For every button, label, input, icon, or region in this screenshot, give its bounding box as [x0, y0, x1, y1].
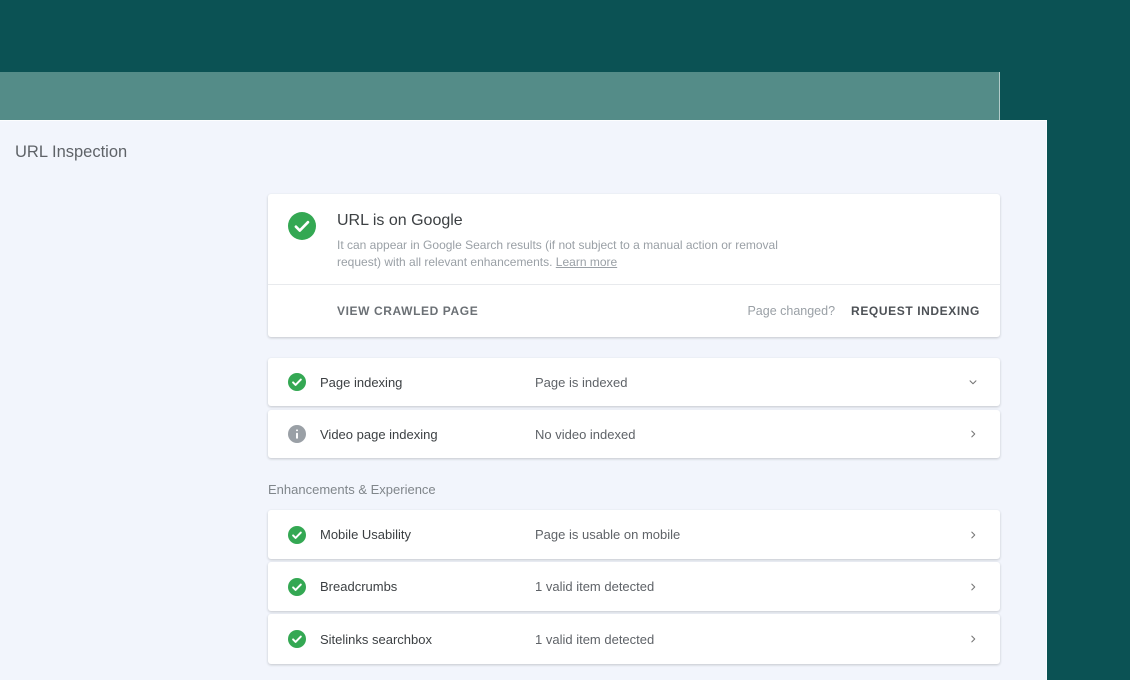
learn-more-link[interactable]: Learn more [556, 255, 617, 269]
row-value: No video indexed [535, 426, 636, 442]
footer-right-group: Page changed? REQUEST INDEXING [747, 304, 980, 318]
row-value: 1 valid item detected [535, 579, 655, 594]
row-page-indexing[interactable]: Page indexing Page is indexed [268, 358, 1000, 406]
page-changed-label: Page changed? [747, 303, 836, 318]
row-label: Video page indexing [320, 426, 438, 442]
check-circle-icon [288, 525, 306, 544]
row-value: 1 valid item detected [535, 631, 655, 647]
row-value: Page is usable on mobile [535, 527, 681, 542]
row-video-page-indexing[interactable]: Video page indexing No video indexed [268, 410, 1000, 458]
row-label: Breadcrumbs [320, 579, 398, 594]
row-breadcrumbs[interactable]: Breadcrumbs 1 valid item detected [268, 562, 1000, 611]
secondary-header-band [0, 72, 1000, 120]
view-crawled-page-button[interactable]: VIEW CRAWLED PAGE [337, 304, 478, 318]
main-column: URL is on Google It can appear in Google… [268, 194, 1000, 664]
info-circle-icon [288, 425, 306, 443]
row-label: Mobile Usability [320, 527, 412, 542]
chevron-right-icon[interactable] [966, 580, 980, 594]
status-description: It can appear in Google Search results (… [337, 237, 795, 270]
status-card: URL is on Google It can appear in Google… [268, 194, 1000, 337]
chevron-right-icon[interactable] [966, 528, 980, 542]
row-label: Page indexing [320, 374, 403, 390]
row-mobile-usability[interactable]: Mobile Usability Page is usable on mobil… [268, 510, 1000, 559]
row-value: Page is indexed [535, 374, 628, 390]
check-circle-icon [288, 630, 306, 648]
enhancements-section-label: Enhancements & Experience [268, 482, 436, 497]
status-texts: URL is on Google It can appear in Google… [337, 210, 795, 284]
check-circle-icon [288, 212, 316, 240]
chevron-right-icon[interactable] [966, 632, 980, 646]
chevron-right-icon[interactable] [966, 427, 980, 441]
status-card-header: URL is on Google It can appear in Google… [268, 194, 1000, 284]
row-label: Sitelinks searchbox [320, 631, 432, 647]
row-sitelinks-searchbox[interactable]: Sitelinks searchbox 1 valid item detecte… [268, 614, 1000, 664]
check-circle-icon [288, 577, 306, 596]
check-circle-icon [288, 373, 306, 391]
page-title: URL Inspection [15, 143, 128, 161]
status-card-footer: VIEW CRAWLED PAGE Page changed? REQUEST … [268, 284, 1000, 336]
url-inspection-panel: URL Inspection URL is on Google It can a… [0, 120, 1047, 680]
chevron-down-icon[interactable] [966, 375, 980, 389]
request-indexing-button[interactable]: REQUEST INDEXING [851, 304, 980, 318]
status-title: URL is on Google [337, 212, 463, 229]
